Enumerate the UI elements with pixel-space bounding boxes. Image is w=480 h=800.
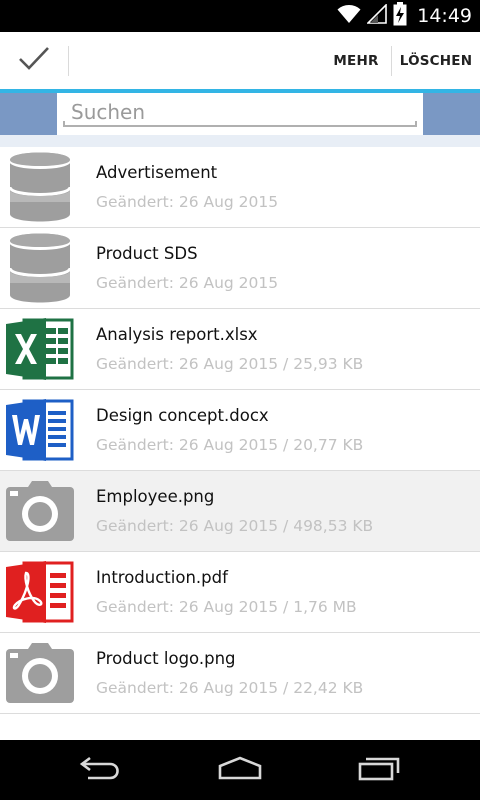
signal-icon [366,3,388,28]
file-meta: Geändert: 26 Aug 2015 / 498,53 KB [96,517,374,535]
list-item[interactable]: Product SDS Geändert: 26 Aug 2015 [0,228,480,309]
action-bar-divider [68,46,69,76]
checkmark-icon [18,46,50,76]
status-time: 14:49 [417,5,472,27]
word-file-icon [4,396,76,464]
file-meta: Geändert: 26 Aug 2015 / 22,42 KB [96,679,364,697]
list-item[interactable]: Advertisement Geändert: 26 Aug 2015 [0,147,480,228]
file-name: Product SDS [96,244,198,263]
file-name: Employee.png [96,487,215,506]
search-input[interactable] [63,95,417,129]
file-meta: Geändert: 26 Aug 2015 [96,274,279,292]
list-item[interactable]: Design concept.docx Geändert: 26 Aug 201… [0,390,480,471]
action-bar: MEHR LÖSCHEN [0,32,480,89]
file-name: Product logo.png [96,649,236,668]
wifi-icon [337,4,361,28]
done-button[interactable] [0,32,68,89]
list-item[interactable]: Introduction.pdf Geändert: 26 Aug 2015 /… [0,552,480,633]
home-button[interactable] [180,740,300,800]
file-list: Advertisement Geändert: 26 Aug 2015 Prod… [0,147,480,714]
file-name: Analysis report.xlsx [96,325,258,344]
recents-icon [358,755,402,785]
search-band-strip [0,135,480,147]
status-bar: 14:49 [0,0,480,32]
camera-icon [4,639,76,707]
file-meta: Geändert: 26 Aug 2015 / 20,77 KB [96,436,364,454]
status-icons: 14:49 [337,0,472,32]
search-box [57,93,423,135]
file-meta: Geändert: 26 Aug 2015 / 1,76 MB [96,598,357,616]
recents-button[interactable] [320,740,440,800]
navigation-bar [0,740,480,800]
pdf-file-icon [4,558,76,626]
delete-button[interactable]: LÖSCHEN [392,32,480,89]
list-item[interactable]: Employee.png Geändert: 26 Aug 2015 / 498… [0,471,480,552]
excel-file-icon [4,315,76,383]
back-icon [78,755,122,785]
list-item[interactable]: Analysis report.xlsx Geändert: 26 Aug 20… [0,309,480,390]
more-button[interactable]: MEHR [322,32,390,89]
list-item[interactable]: Product logo.png Geändert: 26 Aug 2015 /… [0,633,480,714]
file-meta: Geändert: 26 Aug 2015 / 25,93 KB [96,355,364,373]
database-icon [4,233,76,303]
camera-icon [4,477,76,545]
search-underline [63,121,417,127]
file-meta: Geändert: 26 Aug 2015 [96,193,279,211]
home-icon [216,756,264,784]
database-icon [4,152,76,222]
file-name: Advertisement [96,163,218,182]
file-name: Introduction.pdf [96,568,228,587]
battery-charging-icon [393,2,407,30]
back-button[interactable] [40,740,160,800]
file-name: Design concept.docx [96,406,269,425]
